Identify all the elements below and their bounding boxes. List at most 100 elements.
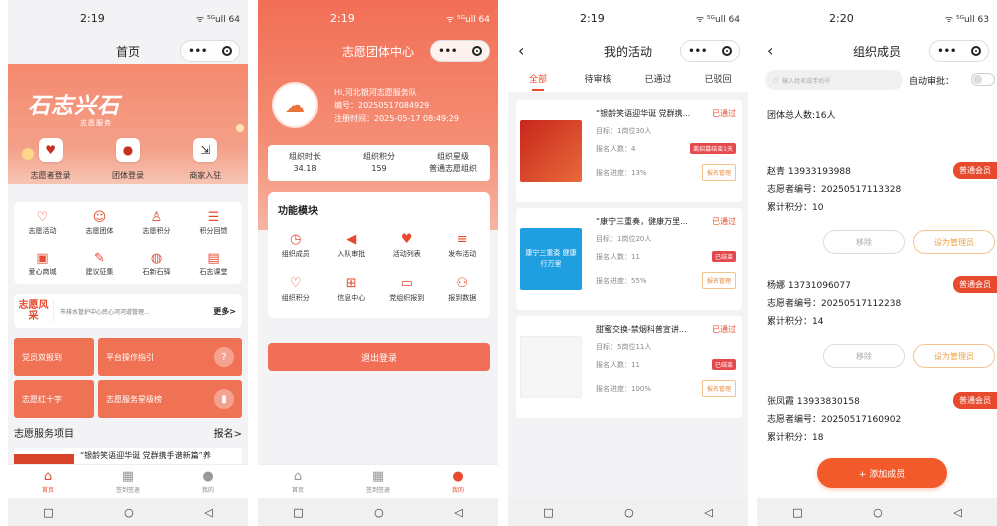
set-admin-button[interactable]: 设为管理员 — [913, 230, 995, 254]
close-target-icon[interactable] — [221, 46, 232, 56]
banner-platform-guide[interactable]: 平台操作指引? — [98, 338, 242, 376]
grid-suggestion[interactable]: ✎ 建议征集 — [71, 243, 128, 284]
hands-icon: ♥ — [400, 231, 413, 247]
globe-icon: ◍ — [150, 250, 163, 266]
back-triangle-icon[interactable]: ◁ — [204, 506, 212, 519]
back-icon[interactable]: ‹ — [767, 41, 773, 60]
back-triangle-icon[interactable]: ◁ — [454, 506, 462, 519]
ended-badge: 已结束 — [711, 359, 736, 370]
back-triangle-icon[interactable]: ◁ — [704, 506, 712, 519]
volunteer-login-button[interactable]: ♥ 志愿者登录 — [12, 138, 89, 194]
home-screen: 2:19 ᯤ ⁵ᴳull 64 首页 ••• 石志兴石 志愿服务 ♥ 志愿者登录 ●… — [8, 0, 248, 526]
tab-mine[interactable]: ● 我的 — [418, 465, 498, 498]
banner-party-report[interactable]: 党员双报到 — [14, 338, 94, 376]
mini-program-capsule[interactable]: ••• — [929, 40, 989, 62]
tab-checkin[interactable]: ▦ 签到签退 — [88, 465, 168, 498]
coins-icon: ≡ — [456, 231, 468, 247]
merchant-join-button[interactable]: ⇲ 商家入驻 — [167, 138, 244, 194]
signal-battery-icon: ᯤ ⁵ᴳull 63 — [944, 15, 989, 25]
func-activity-list[interactable]: ♥ 活动列表 — [379, 223, 435, 267]
more-icon[interactable]: ••• — [438, 46, 457, 57]
tab-home[interactable]: ⌂ 首页 — [8, 465, 88, 498]
home-circle-icon[interactable]: ○ — [624, 506, 634, 519]
system-nav: □ ○ ◁ — [258, 498, 498, 526]
back-icon[interactable]: ‹ — [518, 41, 524, 60]
func-info-center[interactable]: ⊞ 信息中心 — [324, 267, 380, 311]
status-bar: 2:20 ᯤ ⁵ᴳull 63 — [829, 12, 989, 25]
grid-volunteer-activity[interactable]: ♡ 志愿活动 — [14, 202, 71, 243]
grid-volunteer-points[interactable]: ♙ 志愿积分 — [128, 202, 185, 243]
page-title: 志愿团体中心 — [341, 44, 414, 59]
more-icon[interactable]: ••• — [688, 46, 707, 57]
banner-red-cross[interactable]: 志愿红十字 — [14, 380, 94, 418]
recent-apps-icon[interactable]: □ — [293, 506, 303, 519]
func-party-report[interactable]: ▭ 党组织报到 — [379, 267, 435, 311]
mini-program-capsule[interactable]: ••• — [430, 40, 490, 62]
banner-star-ranking[interactable]: 志愿服务星级榜 ▮ — [98, 380, 242, 418]
mini-program-capsule[interactable]: ••• — [680, 40, 740, 62]
home-icon: ⌂ — [293, 469, 303, 484]
nav-bar: ‹ 组织成员 ••• — [757, 38, 997, 64]
tab-pending[interactable]: 待审核 — [568, 72, 628, 85]
func-publish-activity[interactable]: ≡ 发布活动 — [435, 223, 491, 267]
func-report-data[interactable]: ⚇ 报到数据 — [435, 267, 491, 311]
page-title: 首页 — [115, 44, 140, 59]
func-org-points[interactable]: ♡ 组织积分 — [268, 267, 324, 311]
auto-approve-toggle[interactable] — [971, 73, 995, 86]
grid-love-mall[interactable]: ▣ 爱心商城 — [14, 243, 71, 284]
checkin-icon: ▦ — [121, 469, 135, 484]
system-nav: □ ○ ◁ — [757, 498, 997, 526]
close-target-icon[interactable] — [721, 46, 732, 56]
member-card: 张凤霞 13933830158 普通会员 志愿者编号：2025051716090… — [757, 392, 997, 452]
add-member-button[interactable]: + 添加成员 — [817, 458, 947, 488]
tab-checkin[interactable]: ▦ 签到签退 — [338, 465, 418, 498]
tab-mine[interactable]: ● 我的 — [168, 465, 248, 498]
signup-manage-button[interactable]: 报名管理 — [701, 164, 736, 181]
mini-program-capsule[interactable]: ••• — [180, 40, 240, 62]
tab-approved[interactable]: 已通过 — [628, 72, 688, 85]
func-join-approval[interactable]: ◀ 入队审批 — [324, 223, 380, 267]
grid-shixin-station[interactable]: ◍ 石新石驿 — [128, 243, 185, 284]
home-circle-icon[interactable]: ○ — [124, 506, 134, 519]
signup-more-link[interactable]: 报名> — [214, 425, 242, 440]
remove-button[interactable]: 移除 — [823, 344, 905, 368]
func-org-members[interactable]: ◷ 组织成员 — [268, 223, 324, 267]
auto-approve-label: 自动审批： — [909, 77, 955, 87]
user-icon: ● — [452, 469, 464, 484]
tab-home[interactable]: ⌂ 首页 — [258, 465, 338, 498]
home-circle-icon[interactable]: ○ — [374, 506, 384, 519]
group-icon: ⚇ — [456, 275, 469, 291]
news-more-link[interactable]: 更多> — [213, 306, 242, 317]
group-login-button[interactable]: ● 团体登录 — [89, 138, 166, 194]
signup-manage-button[interactable]: 报名管理 — [701, 272, 736, 289]
close-target-icon[interactable] — [970, 46, 981, 56]
feature-grid: ♡ 志愿活动 ☺ 志愿团体 ♙ 志愿积分 ☰ 积分回馈 ▣ 爱心商城 ✎ 建议征集 ◍ 石新石… — [14, 202, 242, 284]
set-admin-button[interactable]: 设为管理员 — [913, 344, 995, 368]
close-target-icon[interactable] — [471, 46, 482, 56]
volunteer-news-bar[interactable]: 志愿风采 市排水管护中心民心河河道管理... 更多> — [14, 294, 242, 328]
signup-manage-button[interactable]: 报名管理 — [701, 380, 736, 397]
grid-volunteer-group[interactable]: ☺ 志愿团体 — [71, 202, 128, 243]
bar-chart-icon: ▮ — [214, 389, 234, 409]
activity-card[interactable]: 康宁三重奏 健康行万里 “康宁三重奏，健康万里... 已通过 目标：1岗位20人… — [516, 208, 742, 310]
logout-button[interactable]: 退出登录 — [268, 343, 490, 371]
tab-rejected[interactable]: 已驳回 — [688, 72, 748, 85]
recent-apps-icon[interactable]: □ — [43, 506, 53, 519]
role-badge: 普通会员 — [953, 392, 997, 409]
remove-button[interactable]: 移除 — [823, 230, 905, 254]
recent-apps-icon[interactable]: □ — [792, 506, 802, 519]
tab-all[interactable]: 全部 — [508, 72, 568, 91]
activity-card[interactable]: “银龄笑语迎华诞 党群携... 已通过 目标：1岗位30人 报名人数：4 离招募… — [516, 100, 742, 202]
plus-box-icon: ⊞ — [345, 275, 357, 291]
back-triangle-icon[interactable]: ◁ — [953, 506, 961, 519]
home-circle-icon[interactable]: ○ — [873, 506, 883, 519]
deadline-badge: 离招募结束1天 — [690, 143, 736, 154]
more-icon[interactable]: ••• — [937, 46, 956, 57]
section-title: 志愿服务项目 — [14, 429, 74, 440]
grid-points-reward[interactable]: ☰ 积分回馈 — [185, 202, 242, 243]
more-icon[interactable]: ••• — [188, 46, 207, 57]
search-input[interactable]: ○ 输入姓名或手机号 — [765, 70, 903, 90]
activity-card[interactable]: 甜蜜交换-禁烟科普宣讲... 已通过 目标：5岗位11人 报名人数：11 已结束… — [516, 316, 742, 418]
recent-apps-icon[interactable]: □ — [543, 506, 553, 519]
grid-shizhi-class[interactable]: ▤ 石志课堂 — [185, 243, 242, 284]
